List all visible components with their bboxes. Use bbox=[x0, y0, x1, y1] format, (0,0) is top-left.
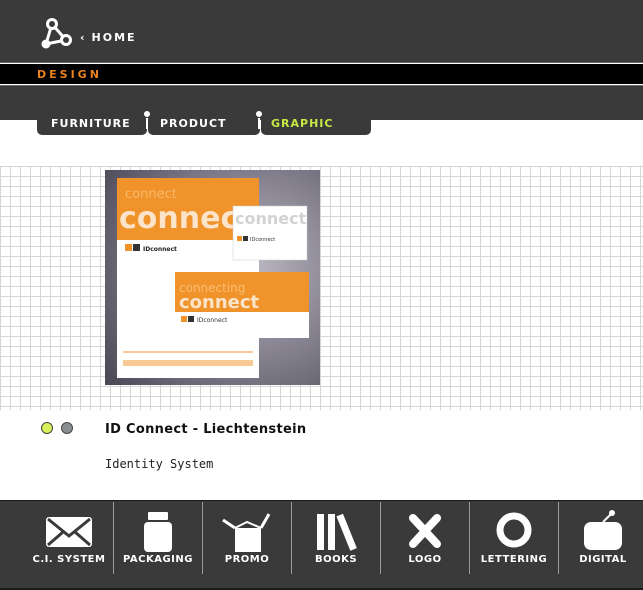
tab-furniture[interactable]: FURNITURE bbox=[37, 113, 147, 135]
category-digital[interactable]: DIGITAL bbox=[559, 500, 643, 574]
svg-text:connect: connect bbox=[179, 292, 260, 313]
tab-product[interactable]: PRODUCT bbox=[148, 113, 260, 135]
category-label: PACKAGING bbox=[123, 554, 193, 565]
triangle-network-logo-icon[interactable] bbox=[38, 18, 74, 54]
device-icon bbox=[584, 510, 622, 550]
grid-background bbox=[0, 166, 643, 410]
preview-big-text: connect bbox=[119, 201, 253, 236]
category-ci-system[interactable]: C.I. SYSTEM bbox=[25, 500, 113, 574]
category-label: DIGITAL bbox=[579, 554, 627, 565]
tab-divider bbox=[146, 117, 148, 129]
ring-icon bbox=[496, 512, 532, 548]
category-label: PROMO bbox=[224, 554, 270, 565]
home-link[interactable]: ‹ HOME bbox=[80, 31, 137, 44]
svg-text:IDconnect: IDconnect bbox=[197, 317, 228, 324]
category-label: C.I. SYSTEM bbox=[32, 554, 106, 565]
home-label: HOME bbox=[91, 31, 137, 44]
envelope-icon bbox=[46, 517, 92, 547]
tab-divider bbox=[258, 117, 260, 129]
section-label: DESIGN bbox=[37, 68, 102, 81]
project-title: ID Connect - Liechtenstein bbox=[105, 422, 307, 437]
tab-divider-dot bbox=[255, 110, 263, 118]
preview-brand-text: IDconnect bbox=[143, 246, 177, 253]
chevron-left-icon: ‹ bbox=[80, 31, 87, 44]
jar-icon bbox=[144, 512, 172, 552]
svg-text:connect: connect bbox=[235, 209, 307, 228]
category-label: LETTERING bbox=[480, 554, 548, 565]
category-logo[interactable]: LOGO bbox=[381, 500, 469, 574]
category-label: BOOKS bbox=[314, 554, 358, 565]
pager-dot-active[interactable] bbox=[41, 422, 53, 434]
category-books[interactable]: BOOKS bbox=[292, 500, 380, 574]
project-preview-image[interactable]: connect connect IDconnect connect IDconn… bbox=[105, 170, 320, 385]
open-box-icon bbox=[222, 513, 271, 552]
svg-text:IDconnect: IDconnect bbox=[250, 237, 275, 243]
category-lettering[interactable]: LETTERING bbox=[470, 500, 558, 574]
project-subtitle: Identity System bbox=[105, 457, 214, 471]
category-promo[interactable]: PROMO bbox=[203, 500, 291, 574]
x-mark-icon bbox=[409, 514, 441, 548]
tab-graphic[interactable]: GRAPHIC bbox=[261, 113, 371, 135]
books-icon bbox=[317, 513, 357, 551]
svg-text:connect: connect bbox=[125, 187, 177, 202]
tab-divider-dot bbox=[143, 110, 151, 118]
category-packaging[interactable]: PACKAGING bbox=[114, 500, 202, 574]
pager-dot[interactable] bbox=[61, 422, 73, 434]
category-label: LOGO bbox=[408, 554, 442, 565]
